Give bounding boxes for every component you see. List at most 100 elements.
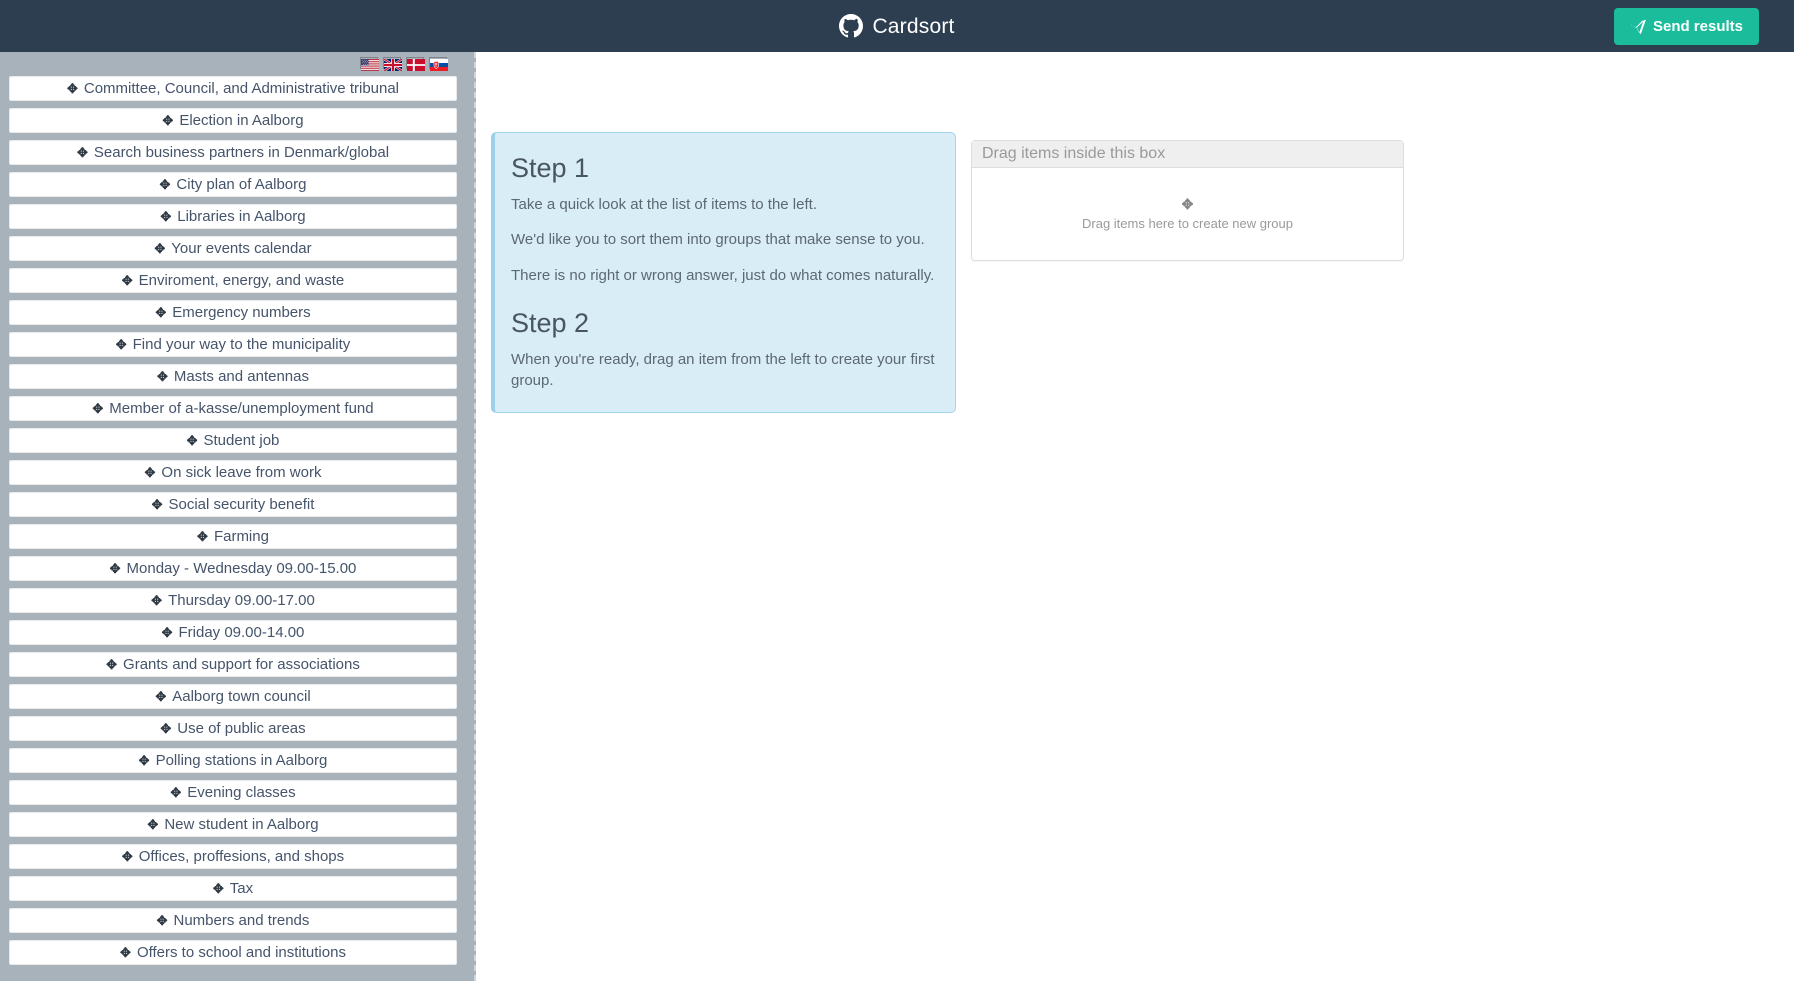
list-item-label: Monday - Wednesday 09.00-15.00 [126, 560, 357, 577]
list-item[interactable]: ✥ Offers to school and institutions [9, 940, 457, 965]
list-item[interactable]: ✥ City plan of Aalborg [9, 172, 457, 197]
move-arrows-icon: ✥ [1181, 196, 1194, 212]
flag-danish-icon[interactable] [406, 57, 425, 71]
list-item[interactable]: ✥ Emergency numbers [9, 300, 457, 325]
brand-link[interactable]: Cardsort [839, 14, 954, 38]
list-item-label: Tax [229, 880, 254, 897]
flag-english-us-icon[interactable] [360, 57, 379, 71]
list-item-label: Grants and support for associations [123, 656, 360, 673]
github-icon [839, 14, 864, 38]
list-item-label: Social security benefit [168, 496, 315, 513]
move-arrows-icon: ✥ [161, 625, 173, 640]
move-arrows-icon: ✥ [92, 401, 104, 416]
list-item[interactable]: ✥ Libraries in Aalborg [9, 204, 457, 229]
list-item[interactable]: ✥ Search business partners in Denmark/glo… [9, 140, 457, 165]
move-arrows-icon: ✥ [144, 465, 156, 480]
list-item[interactable]: ✥ Committee, Council, and Administrative … [9, 76, 457, 101]
move-arrows-icon: ✥ [157, 369, 168, 384]
list-item-label: Farming [213, 528, 269, 545]
paper-plane-icon [1630, 18, 1646, 35]
list-item-label: New student in Aalborg [164, 816, 319, 833]
list-item-label: Evening classes [187, 784, 296, 801]
list-item-label: Student job [203, 432, 280, 449]
list-item[interactable]: ✥ Tax [9, 876, 457, 901]
move-arrows-icon: ✥ [120, 945, 131, 960]
step1-title: Step 1 [511, 153, 590, 183]
step2-title: Step 2 [511, 307, 590, 338]
list-item-label: Aalborg town council [172, 688, 311, 705]
move-arrows-icon: ✥ [147, 817, 159, 832]
move-arrows-icon: ✥ [121, 849, 133, 864]
move-arrows-icon: ✥ [109, 561, 121, 576]
move-arrows-icon: ✥ [115, 337, 127, 352]
list-item-label: On sick leave from work [161, 464, 322, 481]
flag-english-uk-icon[interactable] [383, 57, 403, 73]
list-item[interactable]: ✥ Your events calendar [9, 236, 457, 261]
item-pool-sidebar: ✥ Committee, Council, and Administrative … [0, 52, 476, 981]
list-item[interactable]: ✥ Polling stations in Aalborg [9, 748, 457, 773]
list-item-label: Search business partners in Denmark/glob… [93, 144, 390, 161]
list-item-label: Election in Aalborg [179, 112, 304, 129]
sortable-item-list: ✥ Committee, Council, and Administrative … [9, 76, 457, 972]
list-item[interactable]: ✥ Find your way to the municipality [9, 332, 457, 357]
move-arrows-icon: ✥ [138, 753, 150, 768]
move-arrows-icon: ✥ [186, 433, 198, 448]
list-item[interactable]: ✥ Monday - Wednesday 09.00-15.00 [9, 556, 457, 581]
move-arrows-icon: ✥ [170, 785, 182, 800]
list-item-label: City plan of Aalborg [176, 176, 307, 193]
list-item-label: Thursday 09.00-17.00 [168, 592, 315, 609]
list-item[interactable]: ✥ Thursday 09.00-17.00 [9, 588, 457, 613]
move-arrows-icon: ✥ [155, 305, 167, 320]
list-item[interactable]: ✥ New student in Aalborg [9, 812, 457, 837]
move-arrows-icon: ✥ [154, 241, 166, 256]
list-item-label: Committee, Council, and Administrative t… [83, 80, 400, 97]
list-item-label: Member of a-kasse/unemployment fund [109, 400, 374, 417]
list-item-label: Enviroment, energy, and waste [138, 272, 345, 289]
brand-label: Cardsort [872, 14, 955, 38]
list-item[interactable]: ✥ Grants and support for associations [9, 652, 457, 677]
list-item[interactable]: ✥ Member of a-kasse/unemployment fund [9, 396, 457, 421]
list-item-label: Find your way to the municipality [132, 336, 351, 353]
dropzone-header-label: Drag items inside this box [982, 145, 1166, 162]
list-item[interactable]: ✥ Masts and antennas [9, 364, 457, 389]
step1-paragraph-2: We'd like you to sort them into groups t… [511, 231, 925, 249]
list-item-label: Friday 09.00-14.00 [178, 624, 305, 641]
send-results-label: Send results [1652, 18, 1743, 35]
list-item-label: Your events calendar [171, 240, 312, 257]
move-arrows-icon: ✥ [121, 273, 133, 288]
move-arrows-icon: ✥ [106, 657, 118, 672]
list-item[interactable]: ✥ Use of public areas [9, 716, 457, 741]
list-item-label: Polling stations in Aalborg [155, 752, 328, 769]
move-arrows-icon: ✥ [160, 721, 172, 736]
list-item[interactable]: ✥ Numbers and trends [9, 908, 457, 933]
list-item[interactable]: ✥ Election in Aalborg [9, 108, 457, 133]
list-item-label: Emergency numbers [172, 304, 311, 321]
send-results-button[interactable]: Send results [1613, 8, 1759, 45]
instructions-panel: Step 1 Take a quick look at the list of … [491, 132, 956, 413]
list-item[interactable]: ✥ Offices, proffesions, and shops [9, 844, 457, 869]
move-arrows-icon: ✥ [197, 529, 208, 544]
list-item[interactable]: ✥ Evening classes [9, 780, 457, 805]
top-navbar: Cardsort Send results [0, 0, 1794, 52]
list-item[interactable]: ✥ Enviroment, energy, and waste [9, 268, 457, 293]
dropzone-body[interactable]: ✥ Drag items here to create new group [972, 168, 1403, 260]
move-arrows-icon: ✥ [76, 145, 88, 160]
list-item[interactable]: ✥ Student job [9, 428, 457, 453]
language-switcher [360, 57, 448, 73]
list-item[interactable]: ✥ On sick leave from work [9, 460, 457, 485]
list-item[interactable]: ✥ Social security benefit [9, 492, 457, 517]
list-item[interactable]: ✥ Aalborg town council [9, 684, 457, 709]
move-arrows-icon: ✥ [212, 881, 224, 896]
move-arrows-icon: ✥ [151, 593, 163, 608]
list-item[interactable]: ✥ Friday 09.00-14.00 [9, 620, 457, 645]
dropzone-header: Drag items inside this box [972, 141, 1403, 168]
page-body: ✥ Committee, Council, and Administrative … [0, 52, 1794, 981]
move-arrows-icon: ✥ [151, 497, 163, 512]
step1-paragraph-1: Take a quick look at the list of items t… [511, 196, 817, 214]
step2-paragraph-1: When you're ready, drag an item from the… [511, 350, 935, 390]
flag-slovak-icon[interactable] [429, 57, 448, 71]
list-item-label: Offices, proffesions, and shops [138, 848, 345, 865]
new-group-dropzone[interactable]: Drag items inside this box ✥ Drag items … [971, 140, 1404, 261]
list-item[interactable]: ✥ Farming [9, 524, 457, 549]
list-item-label: Use of public areas [177, 720, 306, 737]
